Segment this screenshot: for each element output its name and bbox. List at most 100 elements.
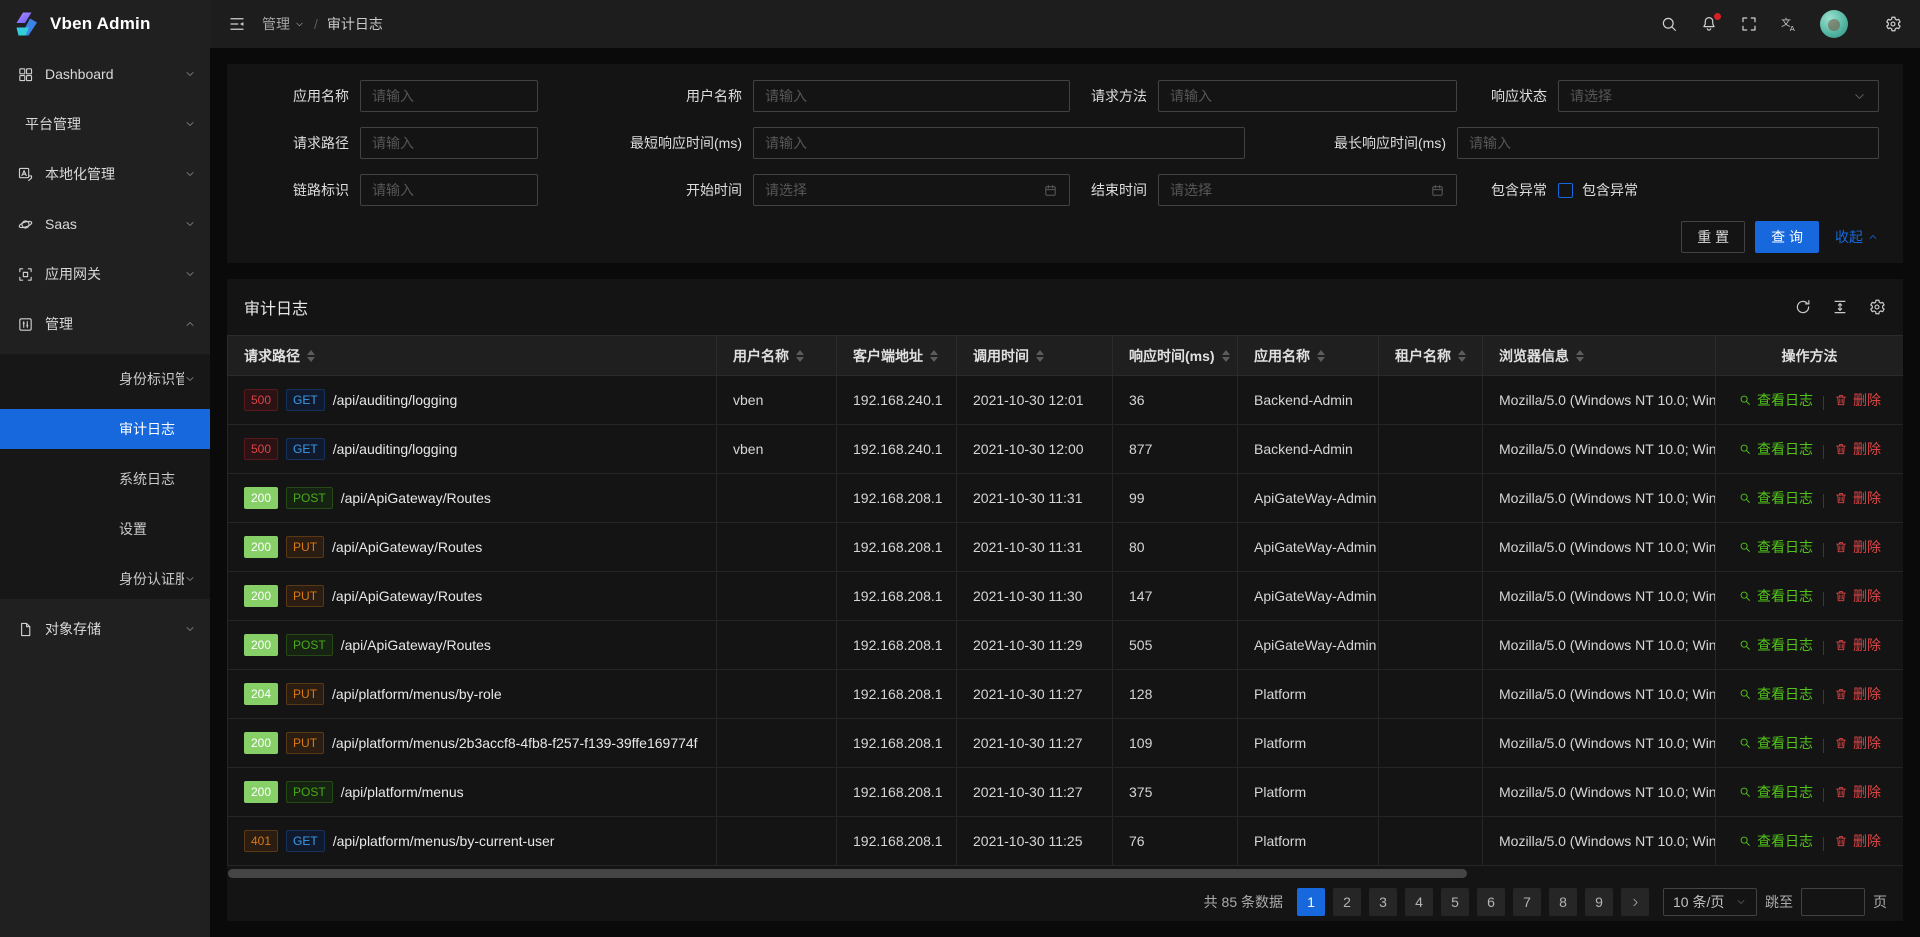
search-icon[interactable] (1660, 15, 1678, 33)
sidebar-item-management[interactable]: 管理 (0, 304, 210, 344)
filter-max-response-time-input[interactable]: 请输入 (1457, 127, 1879, 159)
sidebar-item-auth-server[interactable]: 身份认证服务器 (0, 559, 210, 599)
page-button-9[interactable]: 9 (1585, 888, 1613, 916)
column-header-4[interactable]: 调用时间 (957, 336, 1113, 376)
column-header-1[interactable]: 请求路径 (228, 336, 717, 376)
view-log-button[interactable]: 查看日志 (1738, 831, 1813, 851)
sidebar-item-dashboard[interactable]: Dashboard (0, 54, 210, 94)
breadcrumb-parent[interactable]: 管理 (262, 14, 305, 34)
delete-button[interactable]: 删除 (1834, 488, 1881, 508)
gear-icon[interactable] (1884, 15, 1902, 33)
sidebar-item-localization[interactable]: 本地化管理 (0, 154, 210, 194)
column-header-7[interactable]: 租户名称 (1379, 336, 1483, 376)
filter-label: 响应状态 (1457, 86, 1558, 106)
view-log-label: 查看日志 (1757, 586, 1813, 606)
sidebar-item-settings[interactable]: 设置 (0, 509, 210, 549)
sidebar-item-audit-log[interactable]: 审计日志 (0, 409, 210, 449)
cell-call-time: 2021-10-30 11:27 (957, 768, 1113, 817)
search-button[interactable]: 查 询 (1755, 221, 1819, 253)
sidebar-item-label: 审计日志 (119, 419, 196, 439)
cell-browser-info: Mozilla/5.0 (Windows NT 10.0; Win (1483, 474, 1716, 523)
fullscreen-icon[interactable] (1740, 15, 1758, 33)
view-log-label: 查看日志 (1757, 537, 1813, 557)
has-exception-checkbox[interactable] (1558, 183, 1573, 198)
cell-call-time: 2021-10-30 11:31 (957, 474, 1113, 523)
view-log-button[interactable]: 查看日志 (1738, 390, 1813, 410)
column-header-5[interactable]: 响应时间(ms) (1113, 336, 1238, 376)
view-log-button[interactable]: 查看日志 (1738, 684, 1813, 704)
filter-start-time-date[interactable]: 请选择 (753, 174, 1070, 206)
magnifier-icon (1738, 638, 1752, 652)
view-log-button[interactable]: 查看日志 (1738, 733, 1813, 753)
filter-http-method-input[interactable]: 请输入 (1158, 80, 1457, 112)
delete-button[interactable]: 删除 (1834, 635, 1881, 655)
view-log-button[interactable]: 查看日志 (1738, 635, 1813, 655)
next-page-button[interactable] (1621, 888, 1649, 916)
gear-icon[interactable] (1868, 298, 1886, 316)
delete-button[interactable]: 删除 (1834, 684, 1881, 704)
column-header-8[interactable]: 浏览器信息 (1483, 336, 1716, 376)
column-header-6[interactable]: 应用名称 (1238, 336, 1379, 376)
sidebar-item-saas[interactable]: Saas (0, 204, 210, 244)
sidebar-item-object-storage[interactable]: 对象存储 (0, 609, 210, 649)
filter-min-response-time-input[interactable]: 请输入 (753, 127, 1245, 159)
view-log-button[interactable]: 查看日志 (1738, 488, 1813, 508)
page-button-4[interactable]: 4 (1405, 888, 1433, 916)
view-log-button[interactable]: 查看日志 (1738, 537, 1813, 557)
cell-client-address: 192.168.208.1 (837, 572, 957, 621)
logo[interactable]: Vben Admin (0, 0, 210, 48)
page-button-3[interactable]: 3 (1369, 888, 1397, 916)
bell-icon[interactable] (1700, 15, 1718, 33)
cell-tenant-name (1379, 572, 1483, 621)
table-row: 200POST/api/platform/menus192.168.208.12… (228, 768, 1904, 817)
horizontal-scrollbar[interactable] (228, 869, 1467, 878)
collapse-link[interactable]: 收起 (1835, 227, 1879, 247)
page-button-2[interactable]: 2 (1333, 888, 1361, 916)
column-header-label: 应用名称 (1254, 346, 1325, 366)
filter-trace-id-input[interactable]: 请输入 (360, 174, 538, 206)
action-divider (1823, 445, 1824, 459)
delete-button[interactable]: 删除 (1834, 586, 1881, 606)
action-divider (1823, 543, 1824, 557)
filter-label: 请求路径 (251, 133, 360, 153)
delete-button[interactable]: 删除 (1834, 439, 1881, 459)
delete-button[interactable]: 删除 (1834, 390, 1881, 410)
delete-button[interactable]: 删除 (1834, 733, 1881, 753)
view-log-button[interactable]: 查看日志 (1738, 586, 1813, 606)
filter-end-time-date[interactable]: 请选择 (1158, 174, 1457, 206)
avatar[interactable] (1820, 10, 1848, 38)
cell-browser-info: Mozilla/5.0 (Windows NT 10.0; Win (1483, 768, 1716, 817)
cell-tenant-name (1379, 670, 1483, 719)
row-height-icon[interactable] (1831, 298, 1849, 316)
filter-response-status-select[interactable]: 请选择 (1558, 80, 1879, 112)
sidebar-item-gateway[interactable]: 应用网关 (0, 254, 210, 294)
translate-icon[interactable]: 文A (1780, 15, 1798, 33)
column-header-2[interactable]: 用户名称 (717, 336, 837, 376)
sidebar-item-platform[interactable]: 平台管理 (0, 104, 210, 144)
sidebar-item-system-log[interactable]: 系统日志 (0, 459, 210, 499)
page-button-6[interactable]: 6 (1477, 888, 1505, 916)
sidebar-item-identity[interactable]: 身份标识管理 (0, 359, 210, 399)
filter-user-name-input[interactable]: 请输入 (753, 80, 1070, 112)
filter-label: 开始时间 (538, 180, 753, 200)
column-header-3[interactable]: 客户端地址 (837, 336, 957, 376)
header-actions: 文A (1660, 10, 1902, 38)
jump-page-input[interactable] (1801, 888, 1865, 916)
page-button-8[interactable]: 8 (1549, 888, 1577, 916)
delete-button[interactable]: 删除 (1834, 782, 1881, 802)
delete-button[interactable]: 删除 (1834, 537, 1881, 557)
view-log-button[interactable]: 查看日志 (1738, 439, 1813, 459)
cell-response-time: 80 (1113, 523, 1238, 572)
view-log-button[interactable]: 查看日志 (1738, 782, 1813, 802)
refresh-icon[interactable] (1794, 298, 1812, 316)
filter-app-name-input[interactable]: 请输入 (360, 80, 538, 112)
request-path-text: /api/platform/menus (341, 784, 464, 800)
page-button-1[interactable]: 1 (1297, 888, 1325, 916)
reset-button[interactable]: 重 置 (1681, 221, 1745, 253)
page-button-5[interactable]: 5 (1441, 888, 1469, 916)
delete-button[interactable]: 删除 (1834, 831, 1881, 851)
page-size-select[interactable]: 10 条/页 (1663, 888, 1757, 916)
filter-request-path-input[interactable]: 请输入 (360, 127, 538, 159)
sidebar-collapse-icon[interactable] (228, 15, 246, 33)
page-button-7[interactable]: 7 (1513, 888, 1541, 916)
